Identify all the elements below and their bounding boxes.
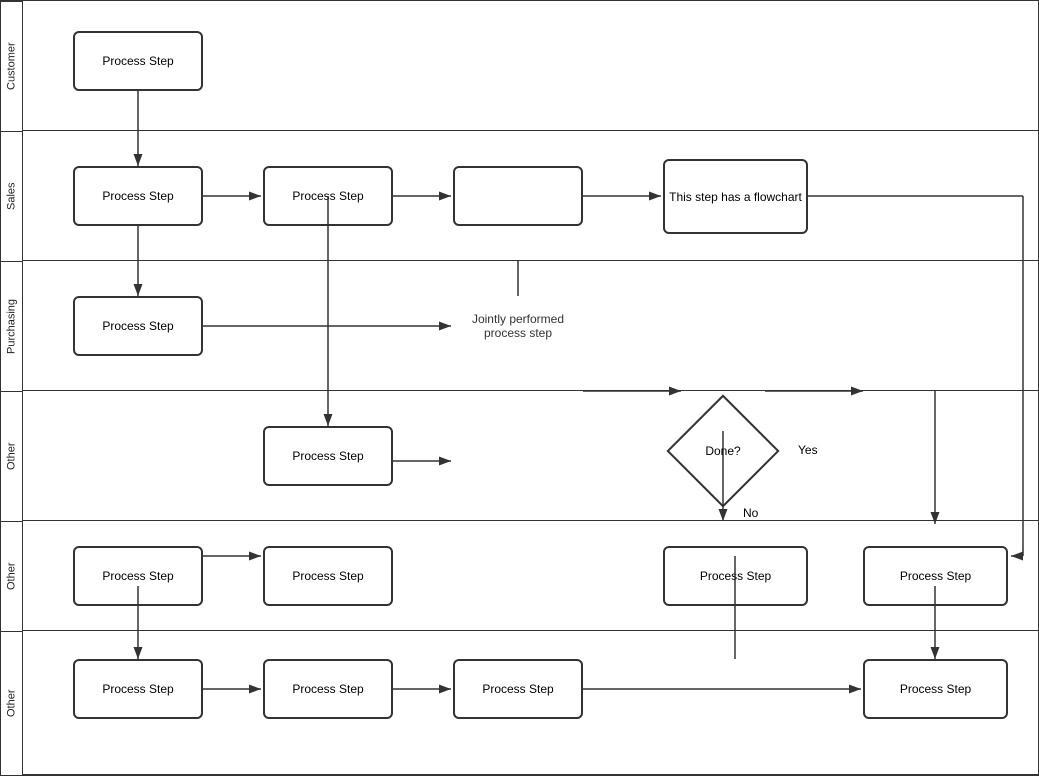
lane-customer: Process Step [23,1,1038,131]
node-n4[interactable] [453,166,583,226]
node-n12[interactable]: Process Step [663,546,808,606]
lane-purchasing: Process Step Jointly performed process s… [23,261,1038,391]
no-label: No [743,506,758,520]
node-n3[interactable]: Process Step [263,166,393,226]
lane-label-other1: Other [1,391,22,521]
lane-label-other2: Other [1,521,22,631]
node-n2[interactable]: Process Step [73,166,203,226]
yes-label: Yes [798,443,818,457]
node-n9[interactable]: Done? [683,411,763,491]
lane-other2: Process Step Process Step Process Step P… [23,521,1038,631]
node-n10[interactable]: Process Step [73,546,203,606]
node-n14[interactable]: Process Step [73,659,203,719]
node-n5[interactable]: This step has a flowchart [663,159,808,234]
lane-label-customer: Customer [1,1,22,131]
lane-other3: Process Step Process Step Process Step P… [23,631,1038,775]
node-n6[interactable]: Process Step [73,296,203,356]
diagram-container: Customer Sales Purchasing Other Other Ot… [0,0,1039,776]
node-n13[interactable]: Process Step [863,546,1008,606]
lane-label-other3: Other [1,631,22,775]
node-n17[interactable]: Process Step [863,659,1008,719]
lane-label-sales: Sales [1,131,22,261]
lane-other1: Process Step Done? Yes No [23,391,1038,521]
lane-labels: Customer Sales Purchasing Other Other Ot… [1,1,23,775]
node-n16[interactable]: Process Step [453,659,583,719]
diagram-content: Process Step Process Step Process Step T… [23,1,1038,775]
node-n8[interactable]: Process Step [263,426,393,486]
node-n11[interactable]: Process Step [263,546,393,606]
lane-sales: Process Step Process Step This step has … [23,131,1038,261]
node-n1[interactable]: Process Step [73,31,203,91]
lane-label-purchasing: Purchasing [1,261,22,391]
node-n15[interactable]: Process Step [263,659,393,719]
node-n7: Jointly performed process step [453,296,583,356]
